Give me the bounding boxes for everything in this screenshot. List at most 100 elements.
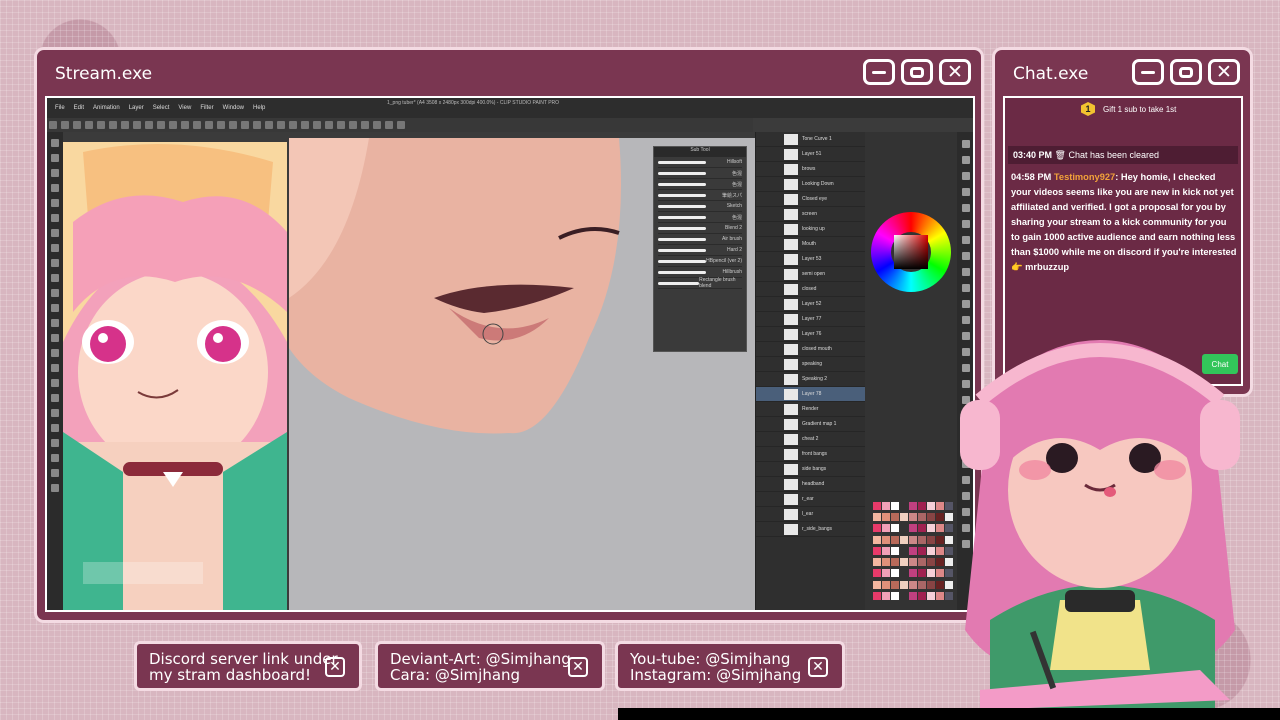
layer-row[interactable]: speaking: [756, 357, 865, 372]
palette-swatch[interactable]: [891, 580, 899, 589]
palette-swatch[interactable]: [918, 513, 926, 522]
brush-item[interactable]: 色混: [658, 168, 742, 179]
toolbar-icon[interactable]: [229, 121, 237, 129]
toolbar-icon[interactable]: [133, 121, 141, 129]
palette-swatch[interactable]: [918, 546, 926, 555]
palette-swatch[interactable]: [927, 580, 935, 589]
palette-swatch[interactable]: [900, 502, 908, 510]
layer-row[interactable]: looking up: [756, 222, 865, 237]
layer-row[interactable]: screen: [756, 207, 865, 222]
tool-icon[interactable]: [51, 319, 59, 327]
brush-item[interactable]: Sketch: [658, 201, 742, 212]
toolbar-icon[interactable]: [121, 121, 129, 129]
palette-swatch[interactable]: [936, 546, 944, 555]
palette-swatch[interactable]: [909, 546, 917, 555]
layer-row[interactable]: r_ear: [756, 492, 865, 507]
palette-swatch[interactable]: [900, 524, 908, 533]
palette-swatch[interactable]: [927, 569, 935, 578]
close-icon[interactable]: ✕: [325, 657, 345, 677]
palette-swatch[interactable]: [918, 591, 926, 600]
layer-row[interactable]: Layer 77: [756, 312, 865, 327]
menu-item[interactable]: Window: [223, 105, 244, 111]
tool-icon[interactable]: [51, 424, 59, 432]
tool-icon[interactable]: [51, 454, 59, 462]
palette-swatch[interactable]: [873, 569, 881, 578]
tool-icon[interactable]: [51, 214, 59, 222]
palette-swatch[interactable]: [873, 524, 881, 533]
palette-swatch[interactable]: [918, 558, 926, 567]
toolbar-icon[interactable]: [373, 121, 381, 129]
tool-icon[interactable]: [962, 236, 970, 244]
layer-row[interactable]: r_side_bangs: [756, 522, 865, 537]
close-button[interactable]: ✕: [1208, 59, 1240, 85]
palette-swatch[interactable]: [918, 524, 926, 533]
menu-item[interactable]: Animation: [93, 105, 120, 111]
toolbar-icon[interactable]: [217, 121, 225, 129]
tool-icon[interactable]: [962, 156, 970, 164]
tool-icon[interactable]: [962, 140, 970, 148]
palette-swatch[interactable]: [918, 569, 926, 578]
palette-swatch[interactable]: [900, 546, 908, 555]
layer-row[interactable]: semi open: [756, 267, 865, 282]
layer-row[interactable]: front bangs: [756, 447, 865, 462]
tool-icon[interactable]: [962, 252, 970, 260]
toolbar-icon[interactable]: [385, 121, 393, 129]
palette-swatch[interactable]: [873, 546, 881, 555]
palette-swatch[interactable]: [909, 535, 917, 544]
palette-swatch[interactable]: [882, 558, 890, 567]
toolbar-icon[interactable]: [361, 121, 369, 129]
minimize-button[interactable]: [1132, 59, 1164, 85]
palette-swatch[interactable]: [882, 524, 890, 533]
toolbar-icon[interactable]: [277, 121, 285, 129]
layer-row[interactable]: closed mouth: [756, 342, 865, 357]
color-square[interactable]: [894, 235, 928, 269]
palette-swatch[interactable]: [891, 569, 899, 578]
tool-icon[interactable]: [962, 188, 970, 196]
tool-icon[interactable]: [51, 139, 59, 147]
brush-item[interactable]: HBpencil (ver 2): [658, 256, 742, 267]
palette-swatch[interactable]: [927, 535, 935, 544]
toolbar-icon[interactable]: [289, 121, 297, 129]
maximize-button[interactable]: [1170, 59, 1202, 85]
brush-item[interactable]: 筆絵スパ: [658, 190, 742, 201]
palette-swatch[interactable]: [936, 569, 944, 578]
palette-swatch[interactable]: [891, 558, 899, 567]
tool-icon[interactable]: [51, 289, 59, 297]
brush-item[interactable]: 色混: [658, 212, 742, 223]
palette-swatch[interactable]: [891, 513, 899, 522]
menu-item[interactable]: Filter: [200, 105, 213, 111]
palette-swatch[interactable]: [936, 558, 944, 567]
tool-icon[interactable]: [51, 304, 59, 312]
palette-swatch[interactable]: [882, 513, 890, 522]
palette-swatch[interactable]: [882, 546, 890, 555]
palette-swatch[interactable]: [900, 569, 908, 578]
layer-row[interactable]: Layer 51: [756, 147, 865, 162]
toolbar-icon[interactable]: [349, 121, 357, 129]
menu-item[interactable]: View: [178, 105, 191, 111]
palette-swatch[interactable]: [873, 535, 881, 544]
layer-row[interactable]: Layer 76: [756, 327, 865, 342]
layer-row[interactable]: l_ear: [756, 507, 865, 522]
palette-swatch[interactable]: [882, 502, 890, 510]
tool-icon[interactable]: [51, 439, 59, 447]
tool-icon[interactable]: [51, 169, 59, 177]
palette-swatch[interactable]: [891, 591, 899, 600]
message-username[interactable]: Testimony927: [1054, 172, 1115, 182]
layer-row[interactable]: Layer 52: [756, 297, 865, 312]
palette-swatch[interactable]: [918, 580, 926, 589]
palette-swatch[interactable]: [909, 502, 917, 510]
palette-swatch[interactable]: [900, 513, 908, 522]
layer-row[interactable]: Layer 78: [756, 387, 865, 402]
palette-swatch[interactable]: [927, 502, 935, 510]
layer-row[interactable]: cheat 2: [756, 432, 865, 447]
toolbar-icon[interactable]: [193, 121, 201, 129]
palette-swatch[interactable]: [927, 558, 935, 567]
palette-swatch[interactable]: [936, 502, 944, 510]
toolbar-icon[interactable]: [73, 121, 81, 129]
tool-icon[interactable]: [51, 244, 59, 252]
palette-swatch[interactable]: [909, 558, 917, 567]
brush-item[interactable]: Air brush: [658, 234, 742, 245]
palette-swatch[interactable]: [900, 580, 908, 589]
toolbar-icon[interactable]: [157, 121, 165, 129]
palette-swatch[interactable]: [936, 524, 944, 533]
